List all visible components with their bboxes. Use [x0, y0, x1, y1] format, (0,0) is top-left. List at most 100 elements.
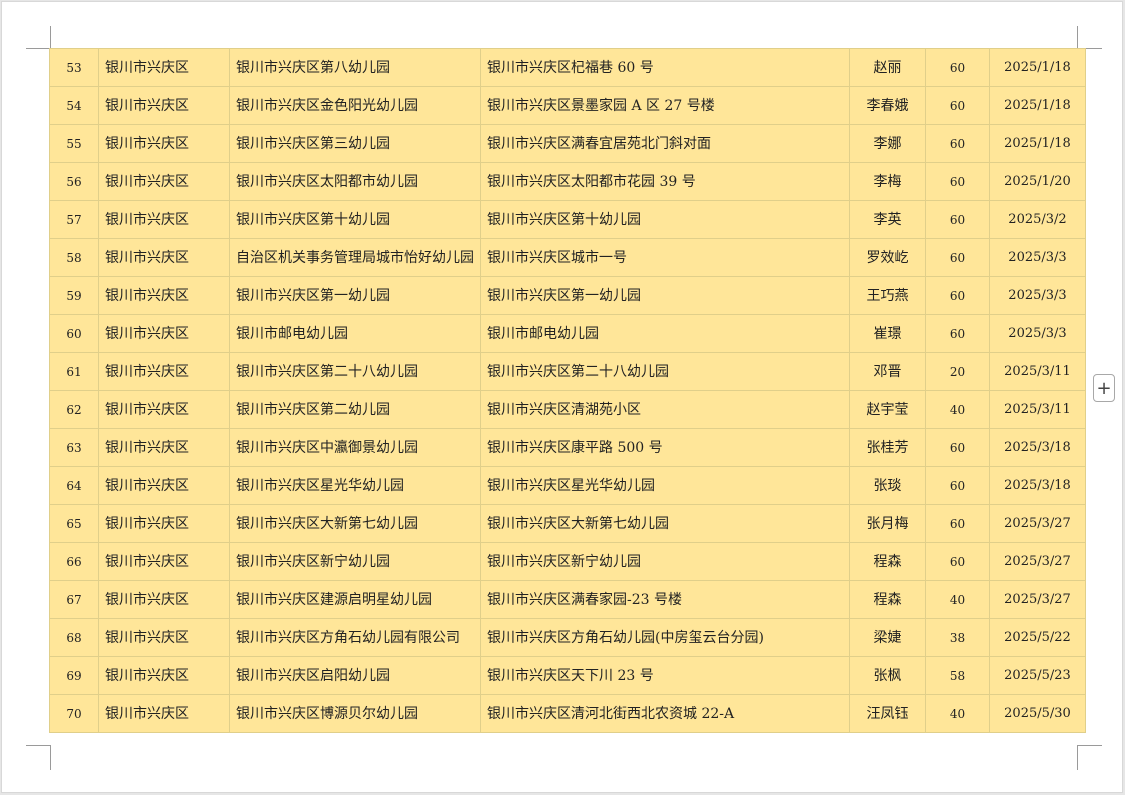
cell-address[interactable]: 银川市兴庆区太阳都市花园 39 号	[480, 162, 850, 201]
cell-district[interactable]: 银川市兴庆区	[98, 580, 230, 619]
cell-district[interactable]: 银川市兴庆区	[98, 694, 230, 733]
cell-contact-name[interactable]: 张月梅	[849, 504, 926, 543]
cell-address[interactable]: 银川市兴庆区清湖苑小区	[480, 390, 850, 429]
cell-district[interactable]: 银川市兴庆区	[98, 352, 230, 391]
cell-kindergarten-name[interactable]: 银川市兴庆区大新第七幼儿园	[229, 504, 481, 543]
cell-date[interactable]: 2025/3/3	[989, 314, 1086, 353]
cell-contact-name[interactable]: 罗效屹	[849, 238, 926, 277]
cell-address[interactable]: 银川市兴庆区天下川 23 号	[480, 656, 850, 695]
cell-kindergarten-name[interactable]: 银川市邮电幼儿园	[229, 314, 481, 353]
cell-date[interactable]: 2025/3/27	[989, 504, 1086, 543]
cell-row-number[interactable]: 70	[49, 694, 99, 733]
cell-kindergarten-name[interactable]: 银川市兴庆区星光华幼儿园	[229, 466, 481, 505]
cell-kindergarten-name[interactable]: 银川市兴庆区方角石幼儿园有限公司	[229, 618, 481, 657]
cell-capacity[interactable]: 20	[925, 352, 990, 391]
cell-capacity[interactable]: 60	[925, 466, 990, 505]
cell-row-number[interactable]: 53	[49, 48, 99, 87]
cell-contact-name[interactable]: 崔璟	[849, 314, 926, 353]
cell-address[interactable]: 银川市兴庆区第一幼儿园	[480, 276, 850, 315]
cell-date[interactable]: 2025/3/11	[989, 352, 1086, 391]
cell-district[interactable]: 银川市兴庆区	[98, 466, 230, 505]
cell-capacity[interactable]: 40	[925, 390, 990, 429]
cell-district[interactable]: 银川市兴庆区	[98, 542, 230, 581]
cell-capacity[interactable]: 60	[925, 504, 990, 543]
cell-contact-name[interactable]: 邓晋	[849, 352, 926, 391]
cell-address[interactable]: 银川市兴庆区第十幼儿园	[480, 200, 850, 239]
cell-date[interactable]: 2025/1/18	[989, 48, 1086, 87]
cell-row-number[interactable]: 63	[49, 428, 99, 467]
cell-address[interactable]: 银川市兴庆区满春宜居苑北门斜对面	[480, 124, 850, 163]
cell-contact-name[interactable]: 梁婕	[849, 618, 926, 657]
cell-contact-name[interactable]: 赵丽	[849, 48, 926, 87]
cell-contact-name[interactable]: 汪凤钰	[849, 694, 926, 733]
cell-row-number[interactable]: 57	[49, 200, 99, 239]
cell-kindergarten-name[interactable]: 银川市兴庆区启阳幼儿园	[229, 656, 481, 695]
cell-date[interactable]: 2025/5/22	[989, 618, 1086, 657]
cell-contact-name[interactable]: 赵宇莹	[849, 390, 926, 429]
cell-capacity[interactable]: 40	[925, 580, 990, 619]
cell-address[interactable]: 银川市兴庆区杞福巷 60 号	[480, 48, 850, 87]
cell-contact-name[interactable]: 程森	[849, 580, 926, 619]
cell-date[interactable]: 2025/3/3	[989, 276, 1086, 315]
add-row-button[interactable]: +	[1093, 374, 1115, 402]
cell-date[interactable]: 2025/3/2	[989, 200, 1086, 239]
cell-kindergarten-name[interactable]: 银川市兴庆区第二十八幼儿园	[229, 352, 481, 391]
cell-district[interactable]: 银川市兴庆区	[98, 428, 230, 467]
cell-address[interactable]: 银川市兴庆区康平路 500 号	[480, 428, 850, 467]
cell-kindergarten-name[interactable]: 银川市兴庆区太阳都市幼儿园	[229, 162, 481, 201]
cell-date[interactable]: 2025/5/23	[989, 656, 1086, 695]
cell-row-number[interactable]: 59	[49, 276, 99, 315]
cell-capacity[interactable]: 60	[925, 314, 990, 353]
cell-capacity[interactable]: 60	[925, 124, 990, 163]
cell-address[interactable]: 银川市兴庆区第二十八幼儿园	[480, 352, 850, 391]
cell-row-number[interactable]: 69	[49, 656, 99, 695]
cell-row-number[interactable]: 61	[49, 352, 99, 391]
cell-row-number[interactable]: 60	[49, 314, 99, 353]
cell-district[interactable]: 银川市兴庆区	[98, 314, 230, 353]
cell-date[interactable]: 2025/3/27	[989, 542, 1086, 581]
cell-date[interactable]: 2025/1/20	[989, 162, 1086, 201]
cell-kindergarten-name[interactable]: 银川市兴庆区第一幼儿园	[229, 276, 481, 315]
cell-date[interactable]: 2025/3/18	[989, 466, 1086, 505]
cell-capacity[interactable]: 60	[925, 48, 990, 87]
cell-contact-name[interactable]: 王巧燕	[849, 276, 926, 315]
cell-date[interactable]: 2025/5/30	[989, 694, 1086, 733]
cell-contact-name[interactable]: 李梅	[849, 162, 926, 201]
cell-capacity[interactable]: 60	[925, 276, 990, 315]
cell-capacity[interactable]: 60	[925, 162, 990, 201]
cell-address[interactable]: 银川市兴庆区方角石幼儿园(中房玺云台分园)	[480, 618, 850, 657]
cell-kindergarten-name[interactable]: 银川市兴庆区第三幼儿园	[229, 124, 481, 163]
cell-kindergarten-name[interactable]: 银川市兴庆区建源启明星幼儿园	[229, 580, 481, 619]
cell-capacity[interactable]: 60	[925, 238, 990, 277]
cell-capacity[interactable]: 60	[925, 428, 990, 467]
cell-address[interactable]: 银川市兴庆区星光华幼儿园	[480, 466, 850, 505]
cell-address[interactable]: 银川市兴庆区新宁幼儿园	[480, 542, 850, 581]
cell-row-number[interactable]: 68	[49, 618, 99, 657]
cell-kindergarten-name[interactable]: 自治区机关事务管理局城市怡好幼儿园	[229, 238, 481, 277]
cell-kindergarten-name[interactable]: 银川市兴庆区新宁幼儿园	[229, 542, 481, 581]
cell-contact-name[interactable]: 程森	[849, 542, 926, 581]
cell-row-number[interactable]: 67	[49, 580, 99, 619]
cell-capacity[interactable]: 60	[925, 86, 990, 125]
cell-contact-name[interactable]: 李英	[849, 200, 926, 239]
cell-address[interactable]: 银川市兴庆区清河北街西北农资城 22-A	[480, 694, 850, 733]
cell-district[interactable]: 银川市兴庆区	[98, 200, 230, 239]
cell-row-number[interactable]: 65	[49, 504, 99, 543]
cell-contact-name[interactable]: 李春娥	[849, 86, 926, 125]
cell-address[interactable]: 银川市兴庆区大新第七幼儿园	[480, 504, 850, 543]
cell-district[interactable]: 银川市兴庆区	[98, 656, 230, 695]
cell-capacity[interactable]: 58	[925, 656, 990, 695]
cell-capacity[interactable]: 60	[925, 200, 990, 239]
cell-row-number[interactable]: 58	[49, 238, 99, 277]
cell-district[interactable]: 银川市兴庆区	[98, 504, 230, 543]
cell-row-number[interactable]: 64	[49, 466, 99, 505]
cell-row-number[interactable]: 55	[49, 124, 99, 163]
cell-row-number[interactable]: 54	[49, 86, 99, 125]
cell-address[interactable]: 银川市兴庆区景墨家园 A 区 27 号楼	[480, 86, 850, 125]
cell-date[interactable]: 2025/1/18	[989, 124, 1086, 163]
cell-date[interactable]: 2025/1/18	[989, 86, 1086, 125]
cell-capacity[interactable]: 38	[925, 618, 990, 657]
cell-address[interactable]: 银川市邮电幼儿园	[480, 314, 850, 353]
cell-row-number[interactable]: 56	[49, 162, 99, 201]
cell-kindergarten-name[interactable]: 银川市兴庆区博源贝尔幼儿园	[229, 694, 481, 733]
